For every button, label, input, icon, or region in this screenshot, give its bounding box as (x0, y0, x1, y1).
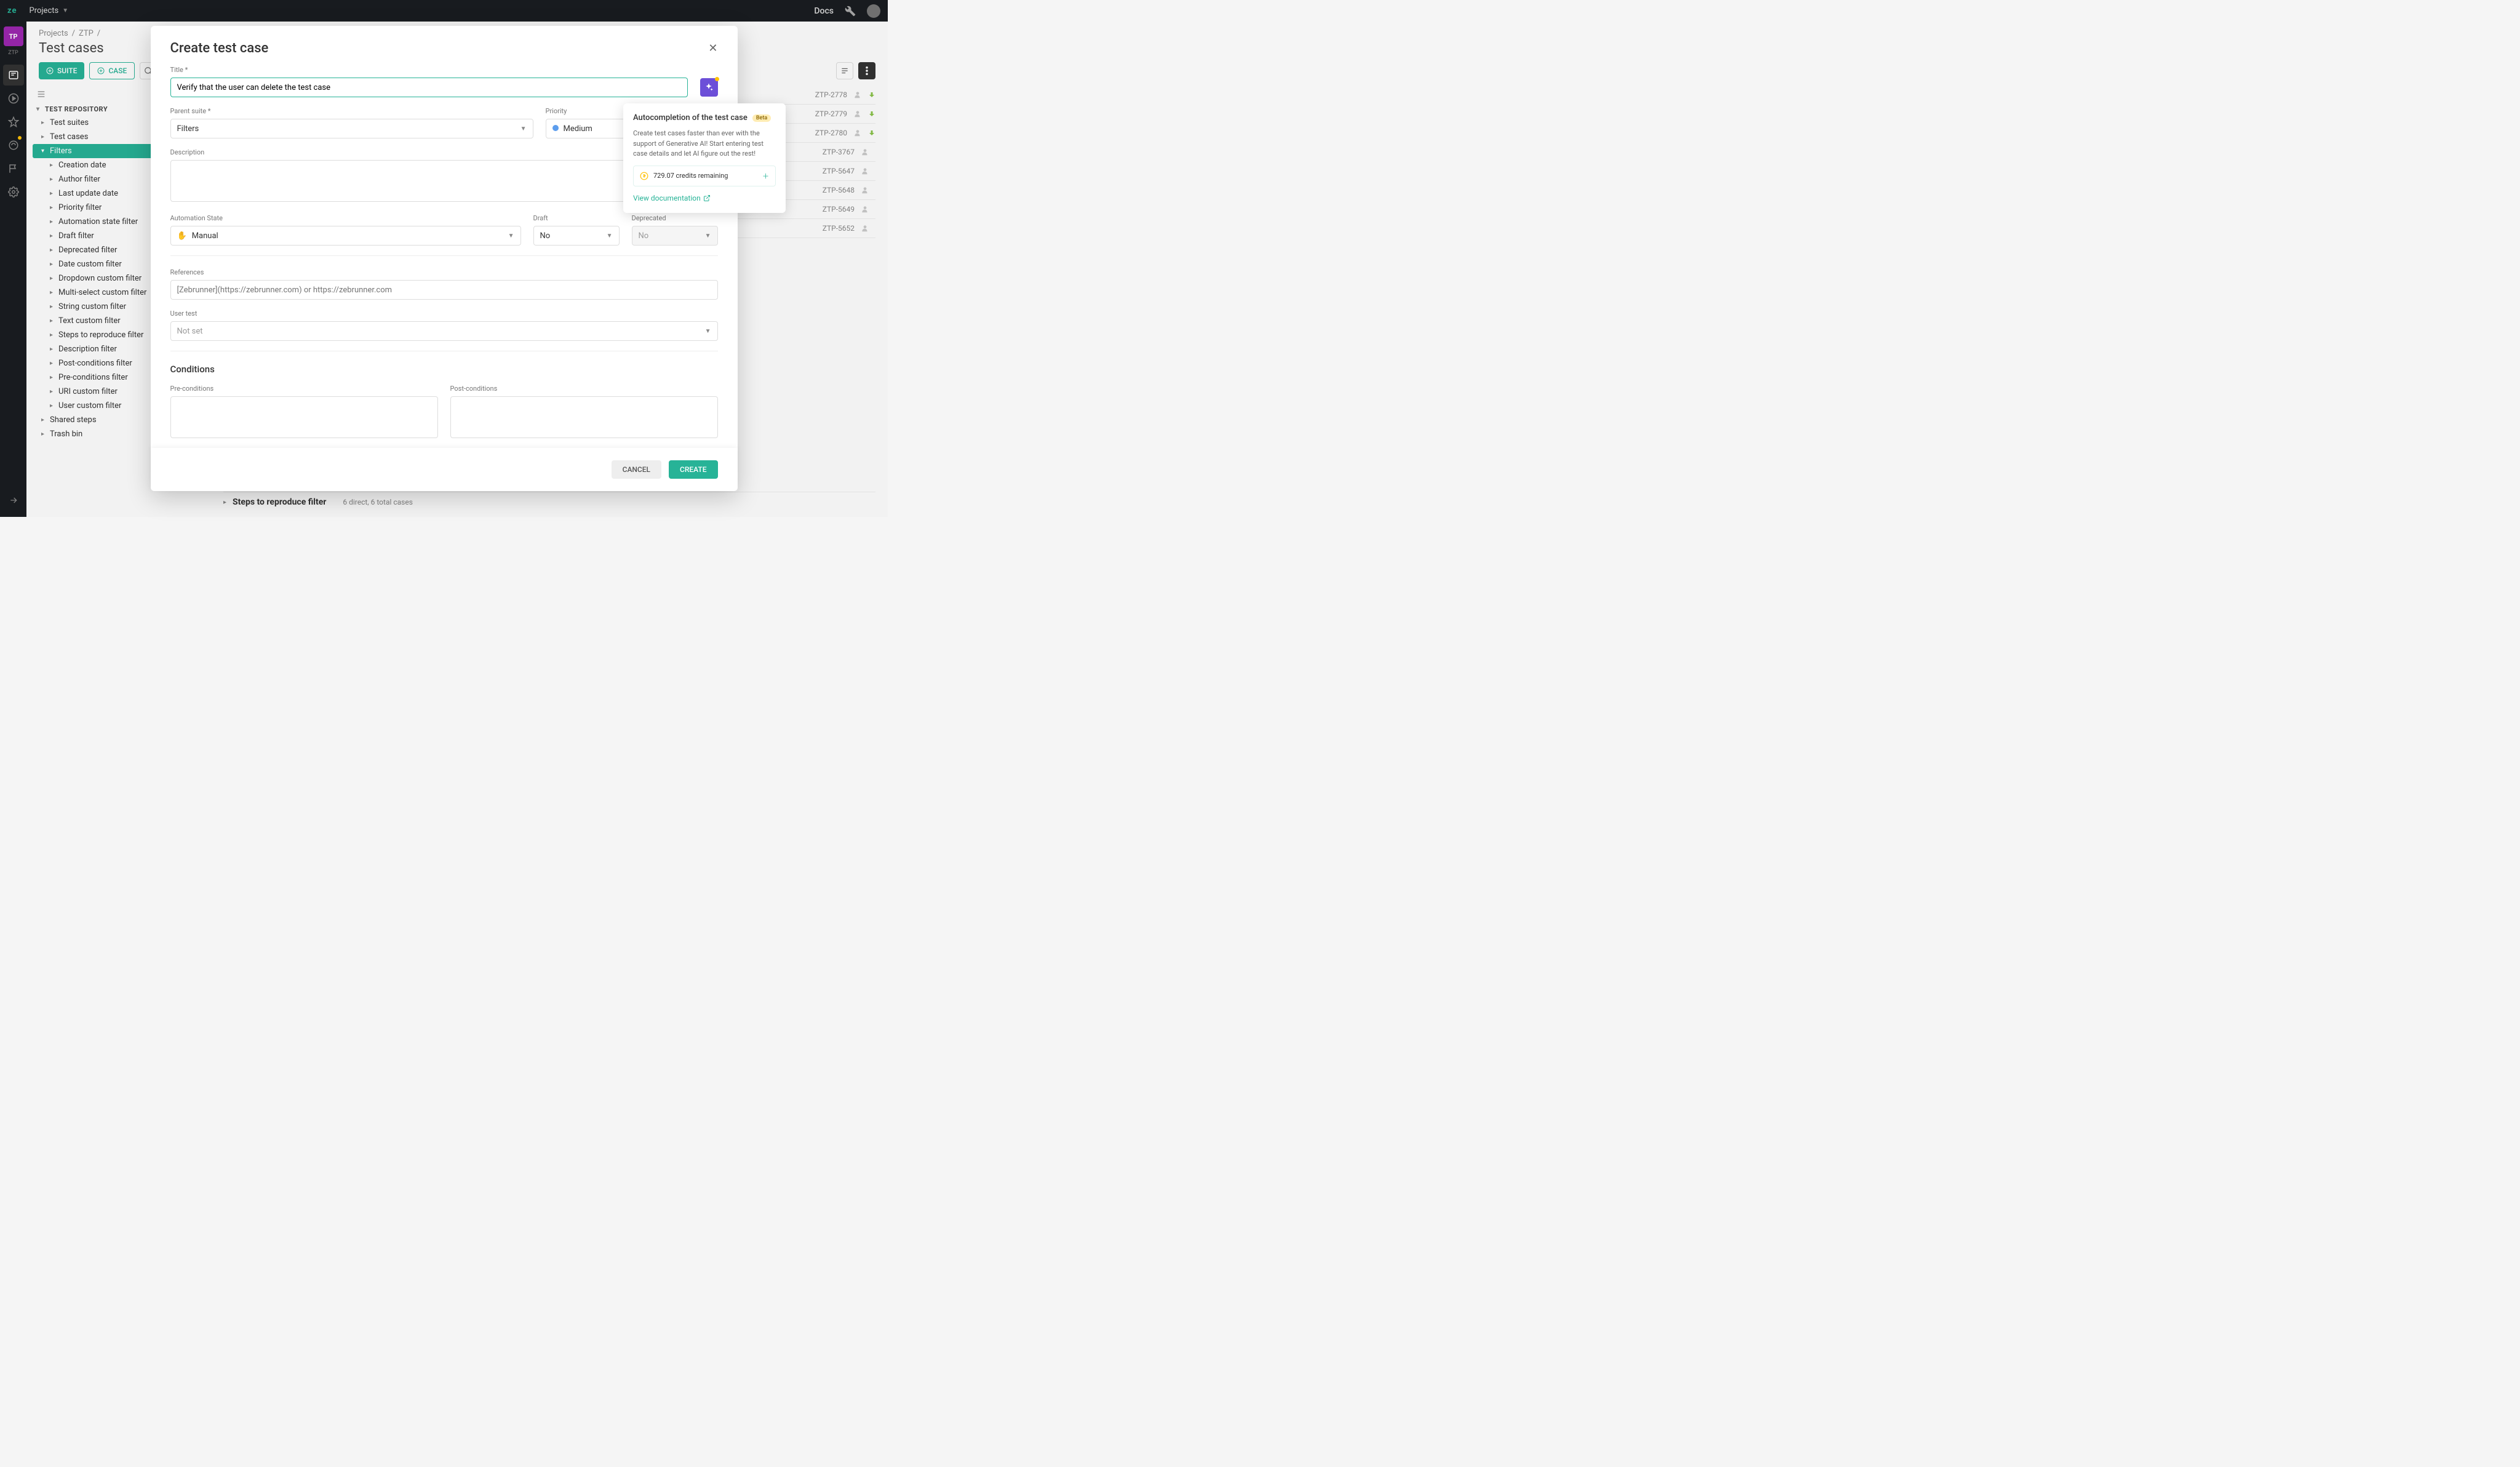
conditions-title: Conditions (170, 364, 718, 375)
title-input[interactable] (170, 78, 688, 97)
view-documentation-link[interactable]: View documentation (633, 194, 711, 202)
automation-label: Automation State (170, 214, 521, 222)
caret-down-icon: ▼ (705, 328, 711, 335)
draft-select[interactable]: No ▼ (533, 226, 620, 246)
parent-suite-value: Filters (177, 124, 199, 134)
modal-title: Create test case (170, 41, 269, 56)
create-test-case-modal: Create test case ✕ Title * Parent suite … (151, 26, 738, 491)
create-button[interactable]: CREATE (669, 460, 717, 479)
parent-suite-label: Parent suite * (170, 107, 533, 115)
caret-down-icon: ▼ (607, 233, 613, 239)
draft-value: No (540, 231, 551, 241)
deprecated-value: No (639, 231, 649, 241)
title-label: Title * (170, 66, 718, 74)
ai-autocomplete-button[interactable] (700, 78, 717, 97)
caret-down-icon: ▼ (508, 233, 514, 239)
pre-conditions-textarea[interactable] (170, 396, 438, 438)
deprecated-select: No ▼ (632, 226, 718, 246)
automation-select[interactable]: ✋ Manual ▼ (170, 226, 521, 246)
deprecated-label: Deprecated (632, 214, 718, 222)
divider (170, 255, 718, 256)
draft-label: Draft (533, 214, 620, 222)
post-conditions-label: Post-conditions (450, 385, 718, 393)
credits-text: 729.07 credits remaining (653, 172, 728, 180)
popover-title: Autocompletion of the test case (633, 113, 748, 122)
cancel-button[interactable]: CANCEL (612, 460, 661, 479)
priority-dot-icon (552, 125, 559, 131)
beta-badge: Beta (752, 114, 771, 122)
automation-value: Manual (192, 231, 218, 241)
parent-suite-select[interactable]: Filters ▼ (170, 119, 533, 138)
coin-icon (640, 172, 648, 180)
hand-icon: ✋ (177, 231, 187, 241)
add-credits-icon[interactable]: ＋ (762, 171, 769, 181)
usertest-label: User test (170, 310, 718, 318)
ai-popover: Autocompletion of the test case Beta Cre… (623, 103, 786, 213)
caret-down-icon: ▼ (705, 233, 711, 239)
credits-box: 729.07 credits remaining ＋ (633, 166, 776, 186)
references-label: References (170, 268, 718, 276)
doc-link-label: View documentation (633, 194, 701, 202)
usertest-select[interactable]: Not set ▼ (170, 321, 718, 341)
post-conditions-textarea[interactable] (450, 396, 718, 438)
caret-down-icon: ▼ (520, 126, 527, 132)
popover-body: Create test cases faster than ever with … (633, 129, 776, 159)
close-icon[interactable]: ✕ (708, 42, 717, 55)
references-input[interactable] (170, 280, 718, 300)
usertest-value: Not set (177, 327, 203, 336)
pre-conditions-label: Pre-conditions (170, 385, 438, 393)
priority-value: Medium (564, 124, 592, 134)
